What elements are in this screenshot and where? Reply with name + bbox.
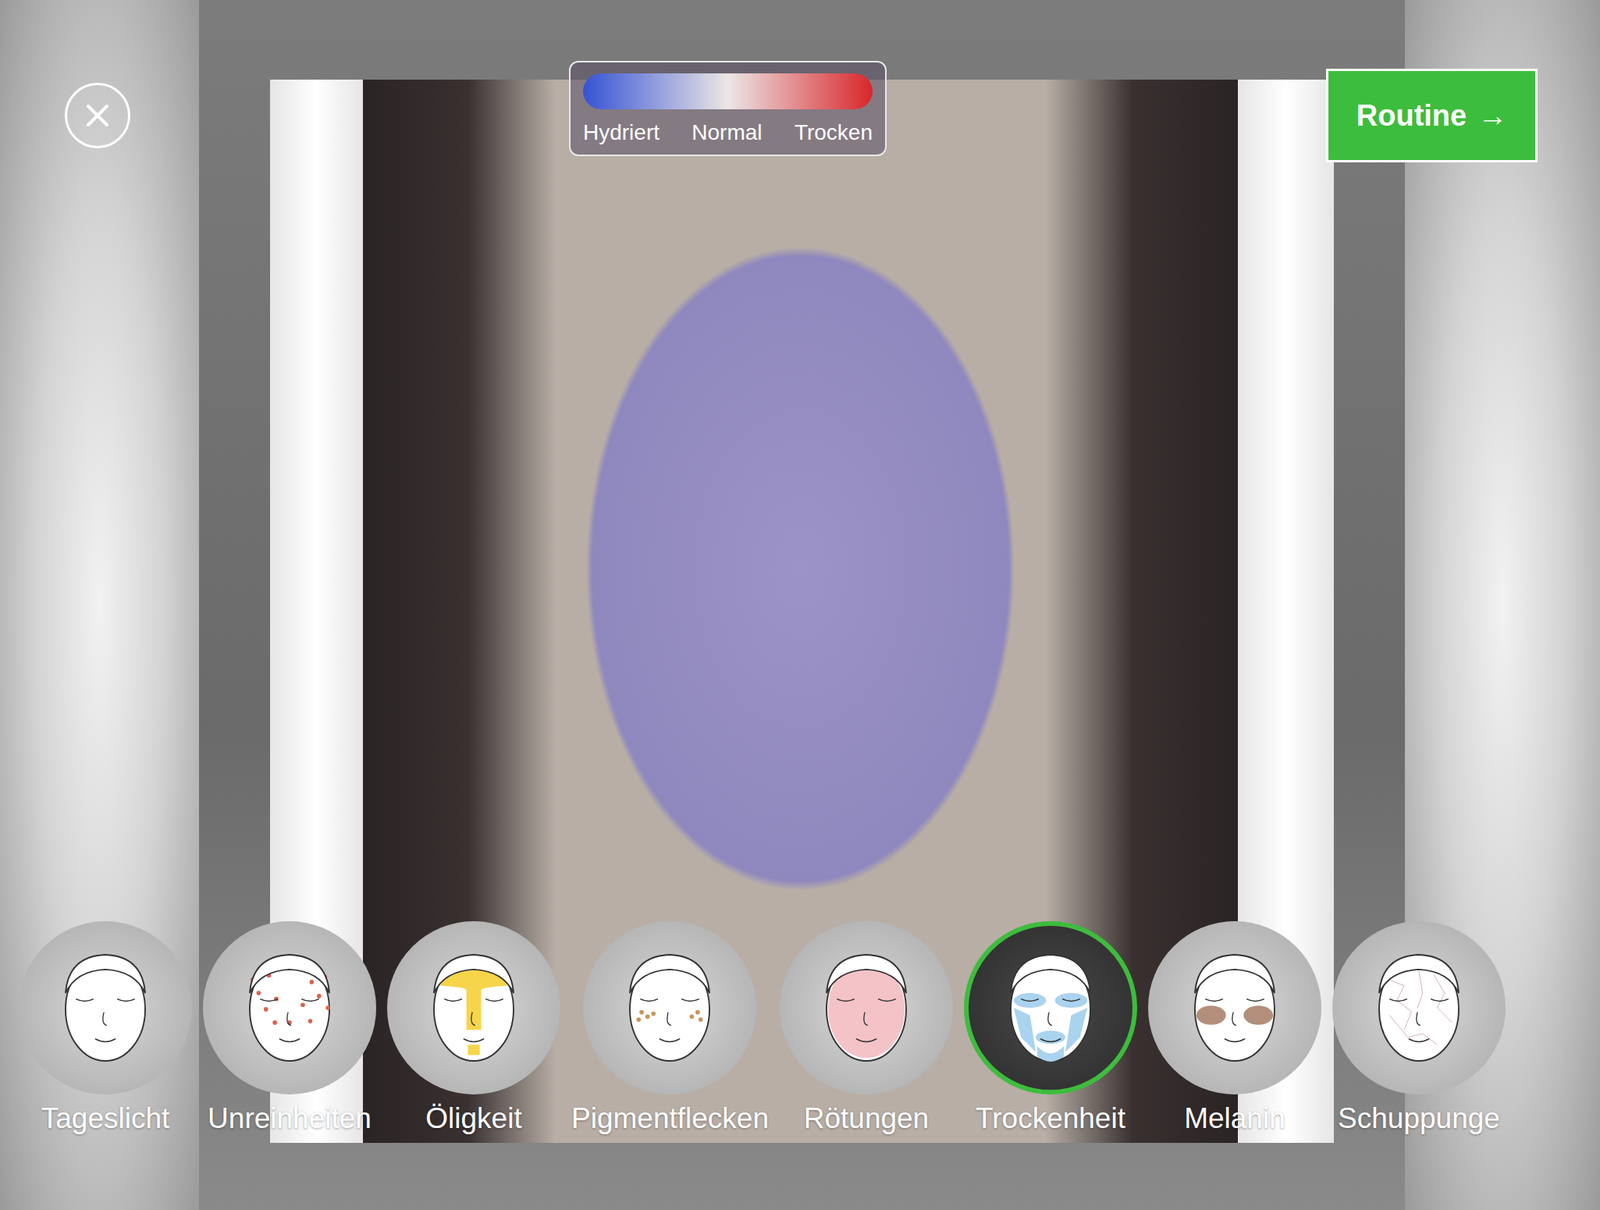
filter-item[interactable]: Pigmentflecken bbox=[571, 920, 769, 1135]
face-icon bbox=[800, 941, 933, 1074]
filter-carousel: Tageslicht Unreinheiten Öligkeit Pigmentfle… bbox=[0, 920, 1600, 1135]
filter-thumbnail[interactable] bbox=[1332, 920, 1506, 1095]
face-icon bbox=[603, 941, 736, 1074]
filter-item[interactable]: Rötungen bbox=[779, 920, 953, 1135]
filter-item[interactable]: Tageslicht bbox=[18, 920, 192, 1135]
close-button[interactable] bbox=[64, 82, 131, 149]
filter-item[interactable]: Trockenheit bbox=[963, 920, 1138, 1135]
filter-label: Trockenheit bbox=[975, 1102, 1126, 1135]
filter-item[interactable]: Unreinheiten bbox=[202, 920, 377, 1135]
face-icon bbox=[407, 941, 541, 1074]
filter-thumbnail[interactable] bbox=[1148, 920, 1322, 1095]
filter-label: Pigmentflecken bbox=[571, 1102, 769, 1135]
legend-label: Normal bbox=[691, 120, 762, 146]
routine-button[interactable]: Routine → bbox=[1326, 68, 1538, 163]
filter-item[interactable]: Schuppunge bbox=[1332, 920, 1506, 1135]
close-icon bbox=[78, 96, 117, 135]
filter-item[interactable]: Öligkeit bbox=[387, 920, 561, 1135]
filter-thumbnail[interactable] bbox=[202, 920, 377, 1095]
filter-label: Melanin bbox=[1184, 1102, 1286, 1135]
filter-thumbnail[interactable] bbox=[583, 920, 757, 1095]
filter-thumbnail[interactable] bbox=[963, 920, 1138, 1095]
filter-thumbnail[interactable] bbox=[18, 920, 192, 1095]
routine-label: Routine bbox=[1356, 99, 1467, 133]
face-icon bbox=[223, 941, 356, 1074]
filter-label: Öligkeit bbox=[425, 1102, 522, 1135]
filter-label: Schuppunge bbox=[1337, 1102, 1501, 1135]
filter-thumbnail[interactable] bbox=[387, 920, 561, 1095]
legend-label: Trocken bbox=[794, 120, 873, 146]
legend-labels: Hydriert Normal Trocken bbox=[583, 120, 873, 146]
filter-label: Unreinheiten bbox=[207, 1102, 372, 1135]
analysis-screen: Hydriert Normal Trocken Routine → Tageslicht U… bbox=[0, 0, 1600, 1210]
face-icon bbox=[39, 941, 172, 1074]
filter-item[interactable]: Melanin bbox=[1148, 920, 1322, 1135]
filter-label: Tageslicht bbox=[41, 1102, 171, 1135]
face-icon bbox=[984, 941, 1117, 1074]
dryness-legend: Hydriert Normal Trocken bbox=[568, 60, 887, 157]
face-icon bbox=[1352, 941, 1486, 1074]
legend-label: Hydriert bbox=[583, 120, 660, 146]
filter-thumbnail[interactable] bbox=[779, 920, 953, 1095]
face-icon bbox=[1168, 941, 1302, 1074]
filter-label: Rötungen bbox=[803, 1102, 929, 1135]
legend-scale-bar bbox=[583, 73, 873, 110]
arrow-icon: → bbox=[1477, 99, 1508, 133]
